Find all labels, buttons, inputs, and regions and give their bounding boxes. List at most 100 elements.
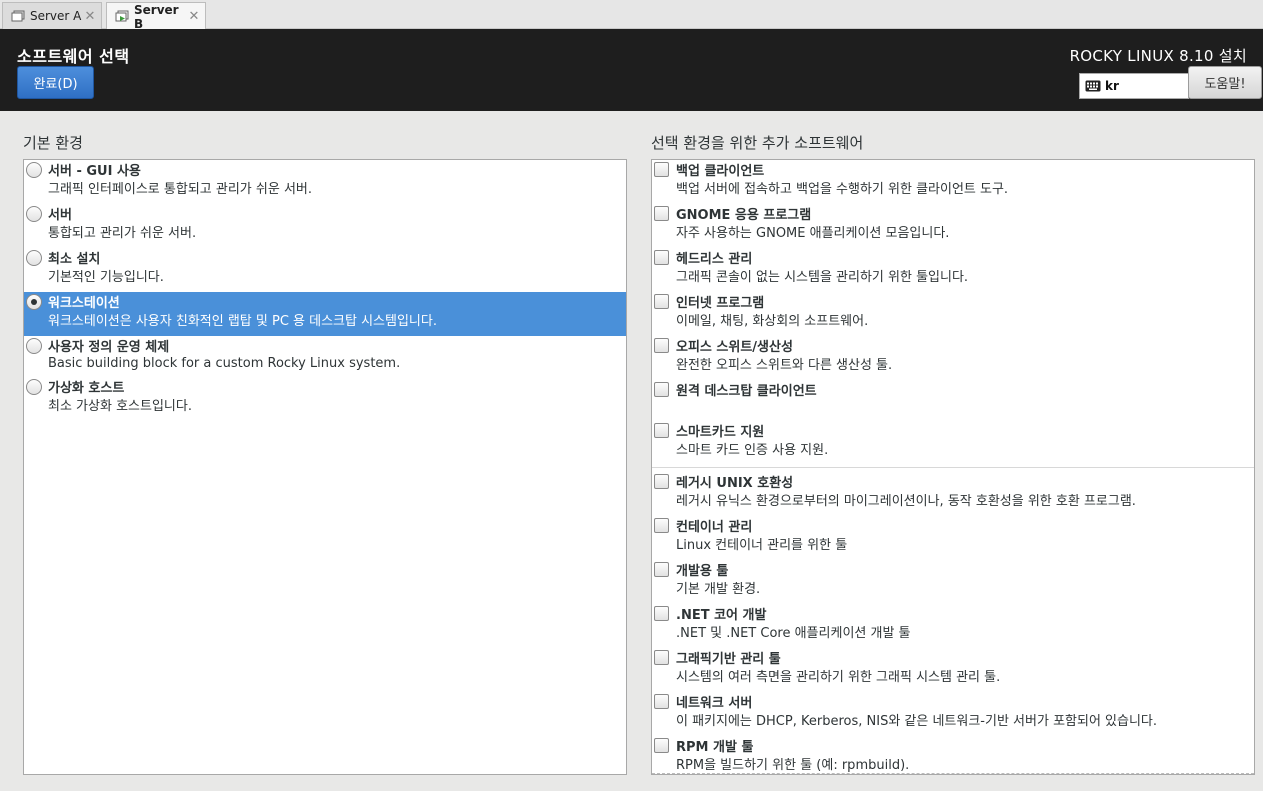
addon-remote-desktop-clients[interactable]: 원격 데스크탑 클라이언트: [652, 380, 1254, 421]
radio-button[interactable]: [26, 338, 42, 354]
addon-desc: 완전한 오피스 스위트와 다른 생산성 툴.: [676, 358, 893, 373]
addon-desc: 이 패키지에는 DHCP, Kerberos, NIS와 같은 네트워크-기반 …: [676, 714, 1158, 729]
addon-name: 네트워크 서버: [676, 696, 753, 711]
radio-button[interactable]: [26, 250, 42, 266]
addon-container-management[interactable]: 컨테이너 관리 Linux 컨테이너 관리를 위한 툴: [652, 516, 1254, 560]
addon-desc: 스마트 카드 인증 사용 지원.: [676, 443, 829, 458]
checkbox[interactable]: [654, 694, 669, 709]
env-option-desc: Basic building block for a custom Rocky …: [48, 356, 401, 371]
tab-strip: Server A ✕ Server B ✕: [0, 0, 1263, 31]
close-icon[interactable]: ✕: [83, 9, 97, 24]
env-option-name: 워크스테이션: [48, 296, 120, 311]
help-button[interactable]: 도움말!: [1188, 66, 1262, 99]
addon-name: 컨테이너 관리: [676, 520, 753, 535]
addon-network-servers[interactable]: 네트워크 서버 이 패키지에는 DHCP, Kerberos, NIS와 같은 …: [652, 692, 1254, 736]
env-option-desc: 그래픽 인터페이스로 통합되고 관리가 쉬운 서버.: [48, 182, 312, 197]
addon-desc: 그래픽 콘솔이 없는 시스템을 관리하기 위한 툴입니다.: [676, 270, 969, 285]
env-option-name: 서버: [48, 208, 72, 223]
env-option-desc: 워크스테이션은 사용자 친화적인 랩탑 및 PC 용 데스크탑 시스템입니다.: [48, 314, 437, 329]
addon-name: 그래픽기반 관리 툴: [676, 652, 781, 667]
addon-name: 헤드리스 관리: [676, 252, 753, 267]
env-option-minimal[interactable]: 최소 설치 기본적인 기능입니다.: [24, 248, 626, 292]
done-button[interactable]: 완료(D): [17, 66, 94, 99]
env-option-virtualization-host[interactable]: 가상화 호스트 최소 가상화 호스트입니다.: [24, 377, 626, 421]
checkbox[interactable]: [654, 474, 669, 489]
env-option-desc: 기본적인 기능입니다.: [48, 270, 164, 285]
checkbox[interactable]: [654, 382, 669, 397]
addon-gnome-apps[interactable]: GNOME 응용 프로그램 자주 사용하는 GNOME 애플리케이션 모음입니다…: [652, 204, 1254, 248]
radio-button[interactable]: [26, 162, 42, 178]
radio-button[interactable]: [26, 206, 42, 222]
addon-desc: 레거시 유닉스 환경으로부터의 마이그레이션이나, 동작 호환성을 위한 호환 …: [676, 494, 1136, 509]
env-option-server-gui[interactable]: 서버 - GUI 사용 그래픽 인터페이스로 통합되고 관리가 쉬운 서버.: [24, 160, 626, 204]
checkbox[interactable]: [654, 423, 669, 438]
tab-server-b[interactable]: Server B ✕: [106, 2, 206, 31]
env-option-desc: 최소 가상화 호스트입니다.: [48, 399, 192, 414]
close-icon[interactable]: ✕: [187, 9, 201, 24]
addon-name: .NET 코어 개발: [676, 608, 767, 623]
vm-running-icon: [115, 10, 129, 23]
addon-list: 백업 클라이언트 백업 서버에 접속하고 백업을 수행하기 위한 클라이언트 도…: [651, 159, 1255, 775]
env-option-server[interactable]: 서버 통합되고 관리가 쉬운 서버.: [24, 204, 626, 248]
addons-heading: 선택 환경을 위한 추가 소프트웨어: [651, 134, 864, 152]
keyboard-layout-value: kr: [1105, 79, 1119, 93]
checkbox[interactable]: [654, 294, 669, 309]
addon-office-suite[interactable]: 오피스 스위트/생산성 완전한 오피스 스위트와 다른 생산성 툴.: [652, 336, 1254, 380]
vm-icon: [11, 10, 25, 23]
addon-name: 레거시 UNIX 호환성: [676, 476, 794, 491]
checkbox[interactable]: [654, 606, 669, 621]
keyboard-layout-indicator[interactable]: kr: [1079, 73, 1189, 99]
radio-button[interactable]: [26, 379, 42, 395]
env-option-name: 가상화 호스트: [48, 381, 125, 396]
addon-name: 백업 클라이언트: [676, 164, 765, 179]
addon-name: 인터넷 프로그램: [676, 296, 765, 311]
radio-button-selected[interactable]: [26, 294, 42, 310]
addon-desc: 백업 서버에 접속하고 백업을 수행하기 위한 클라이언트 도구.: [676, 182, 1009, 197]
tab-label: Server A: [30, 9, 82, 23]
env-option-desc: 통합되고 관리가 쉬운 서버.: [48, 226, 197, 241]
env-option-custom-os[interactable]: 사용자 정의 운영 체제 Basic building block for a …: [24, 336, 626, 380]
checkbox[interactable]: [654, 250, 669, 265]
addon-desc: Linux 컨테이너 관리를 위한 툴: [676, 538, 848, 553]
addon-desc: 자주 사용하는 GNOME 애플리케이션 모음입니다.: [676, 226, 950, 241]
checkbox[interactable]: [654, 162, 669, 177]
product-title: ROCKY LINUX 8.10 설치: [1069, 47, 1247, 65]
env-option-name: 최소 설치: [48, 252, 101, 267]
addon-legacy-unix[interactable]: 레거시 UNIX 호환성 레거시 유닉스 환경으로부터의 마이그레이션이나, 동…: [652, 472, 1254, 516]
addon-desc: .NET 및 .NET Core 애플리케이션 개발 툴: [676, 626, 911, 641]
env-option-name: 서버 - GUI 사용: [48, 164, 141, 179]
header-bar: 소프트웨어 선택 완료(D) ROCKY LINUX 8.10 설치 kr 도움…: [0, 29, 1263, 111]
addon-headless-management[interactable]: 헤드리스 관리 그래픽 콘솔이 없는 시스템을 관리하기 위한 툴입니다.: [652, 248, 1254, 292]
addon-smart-card[interactable]: 스마트카드 지원 스마트 카드 인증 사용 지원.: [652, 421, 1254, 465]
addon-backup-client[interactable]: 백업 클라이언트 백업 서버에 접속하고 백업을 수행하기 위한 클라이언트 도…: [652, 160, 1254, 204]
checkbox[interactable]: [654, 206, 669, 221]
addon-dotnet-core[interactable]: .NET 코어 개발 .NET 및 .NET Core 애플리케이션 개발 툴: [652, 604, 1254, 648]
checkbox[interactable]: [654, 738, 669, 753]
addon-development-tools[interactable]: 개발용 툴 기본 개발 환경.: [652, 560, 1254, 604]
base-environment-list: 서버 - GUI 사용 그래픽 인터페이스로 통합되고 관리가 쉬운 서버. 서…: [23, 159, 627, 775]
checkbox[interactable]: [654, 518, 669, 533]
group-separator: [652, 467, 1254, 468]
tab-server-a[interactable]: Server A ✕: [2, 2, 102, 29]
addon-name: 원격 데스크탑 클라이언트: [676, 384, 817, 399]
page-title: 소프트웨어 선택: [17, 47, 130, 66]
addon-internet-apps[interactable]: 인터넷 프로그램 이메일, 채팅, 화상회의 소프트웨어.: [652, 292, 1254, 336]
addon-name: 오피스 스위트/생산성: [676, 340, 793, 355]
addon-desc: 시스템의 여러 측면을 관리하기 위한 그래픽 시스템 관리 툴.: [676, 670, 1001, 685]
addon-rpm-development-tools[interactable]: RPM 개발 툴 RPM을 빌드하기 위한 툴 (예: rpmbuild).: [652, 736, 1254, 774]
addon-graphical-admin-tools[interactable]: 그래픽기반 관리 툴 시스템의 여러 측면을 관리하기 위한 그래픽 시스템 관…: [652, 648, 1254, 692]
tab-label: Server B: [134, 2, 179, 31]
addon-desc: 이메일, 채팅, 화상회의 소프트웨어.: [676, 314, 869, 329]
addon-name: 스마트카드 지원: [676, 425, 765, 440]
addon-name: 개발용 툴: [676, 564, 729, 579]
base-environment-heading: 기본 환경: [23, 134, 83, 152]
checkbox[interactable]: [654, 562, 669, 577]
checkbox[interactable]: [654, 650, 669, 665]
scroll-edge-indicator: [652, 772, 1254, 774]
addon-name: RPM 개발 툴: [676, 740, 754, 755]
checkbox[interactable]: [654, 338, 669, 353]
keyboard-icon: [1085, 80, 1101, 92]
env-option-name: 사용자 정의 운영 체제: [48, 340, 170, 355]
addon-name: GNOME 응용 프로그램: [676, 208, 812, 223]
env-option-workstation[interactable]: 워크스테이션 워크스테이션은 사용자 친화적인 랩탑 및 PC 용 데스크탑 시…: [24, 292, 626, 336]
